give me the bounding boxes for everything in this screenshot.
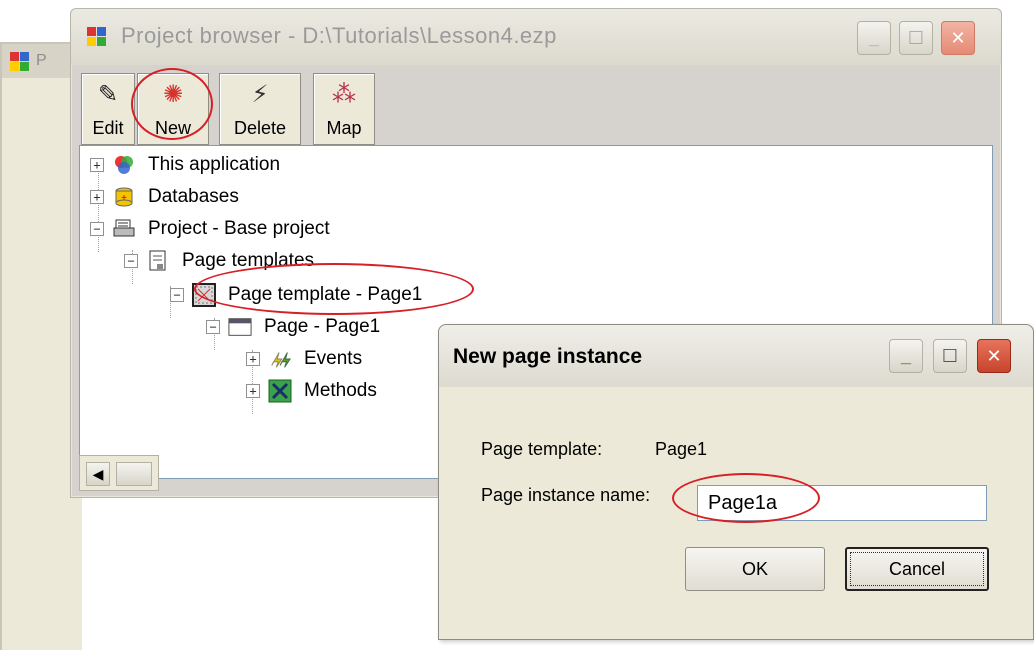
tree-node-label: Page - Page1	[264, 316, 381, 337]
tree-node-label: Methods	[304, 380, 377, 401]
scrollbar-thumb[interactable]	[116, 462, 152, 486]
project-browser-title: Project browser - D:\Tutorials\Lesson4.e…	[121, 23, 557, 48]
expand-toggle[interactable]: +	[246, 384, 260, 398]
dialog-close-button[interactable]: ✕	[977, 339, 1011, 373]
close-icon: ✕	[950, 27, 966, 48]
highlight-ellipse-new	[131, 68, 213, 140]
expand-toggle[interactable]: +	[90, 190, 104, 204]
tree-node-label: Project - Base project	[148, 218, 330, 239]
expand-toggle[interactable]: +	[246, 352, 260, 366]
page-template-label: Page template:	[481, 439, 603, 459]
highlight-ellipse-page-template	[194, 263, 474, 315]
expand-toggle[interactable]: +	[90, 158, 104, 172]
close-button[interactable]: ✕	[941, 21, 975, 55]
minimize-icon: _	[900, 345, 911, 366]
minimize-icon: _	[868, 27, 879, 48]
delete-button-label: Delete	[233, 118, 287, 138]
tree-node-label: Databases	[148, 186, 239, 207]
maximize-button[interactable]: ☐	[899, 21, 933, 55]
expand-toggle[interactable]: −	[206, 320, 220, 334]
page-templates-icon	[146, 249, 170, 273]
map-button[interactable]: ⁂ Map	[313, 73, 375, 145]
tree-node-label: This application	[148, 154, 281, 175]
delete-icon: ⚡	[251, 81, 269, 108]
map-icon: ⁂	[332, 81, 356, 108]
background-window: P	[0, 42, 82, 650]
expand-toggle[interactable]: −	[90, 222, 104, 236]
page-instance-name-label: Page instance name:	[481, 485, 651, 505]
scroll-left-arrow-icon[interactable]: ◀	[86, 462, 110, 486]
dialog-maximize-button[interactable]: ☐	[933, 339, 967, 373]
project-browser-titlebar[interactable]: Project browser - D:\Tutorials\Lesson4.e…	[71, 9, 1001, 65]
edit-button-label: Edit	[92, 118, 124, 138]
methods-icon	[268, 379, 292, 403]
tree-node-methods[interactable]: + Methods	[246, 376, 377, 406]
cancel-button[interactable]: Cancel	[845, 547, 989, 591]
minimize-button[interactable]: _	[857, 21, 891, 55]
project-icon	[112, 217, 136, 241]
page-icon	[228, 315, 252, 339]
app-icon	[87, 27, 107, 47]
tree-node-project[interactable]: − Project - Base project	[90, 214, 330, 244]
dialog-minimize-button[interactable]: _	[889, 339, 923, 373]
toolbar: ✎ Edit ✺ New ⚡ Delete ⁂ Map	[79, 69, 409, 149]
maximize-icon: ☐	[907, 27, 925, 48]
tree-node-databases[interactable]: + + Databases	[90, 182, 239, 212]
edit-button[interactable]: ✎ Edit	[81, 73, 135, 145]
map-button-label: Map	[326, 118, 362, 138]
delete-button[interactable]: ⚡ Delete	[219, 73, 301, 145]
expand-toggle[interactable]: −	[124, 254, 138, 268]
tree-node-this-application[interactable]: + This application	[90, 150, 280, 180]
expand-toggle[interactable]: −	[170, 288, 184, 302]
database-icon: +	[112, 185, 136, 209]
app-icon	[10, 52, 30, 72]
application-icon	[112, 153, 136, 177]
dialog-titlebar[interactable]: New page instance _ ☐ ✕	[439, 325, 1033, 387]
close-icon: ✕	[986, 345, 1002, 366]
ok-button[interactable]: OK	[685, 547, 825, 591]
tree-node-events[interactable]: + Events	[246, 344, 362, 374]
horizontal-scrollbar[interactable]: ◀	[79, 455, 159, 491]
maximize-icon: ☐	[941, 345, 959, 366]
highlight-ellipse-instance-name	[672, 473, 820, 523]
svg-text:+: +	[121, 193, 127, 204]
background-window-title: P	[36, 52, 47, 69]
page-template-value: Page1	[655, 439, 708, 459]
dialog-title: New page instance	[453, 345, 643, 368]
edit-icon: ✎	[97, 81, 119, 108]
tree-node-label: Events	[304, 348, 363, 369]
events-icon	[268, 347, 292, 371]
tree-node-page-page1[interactable]: − Page - Page1	[206, 312, 380, 342]
